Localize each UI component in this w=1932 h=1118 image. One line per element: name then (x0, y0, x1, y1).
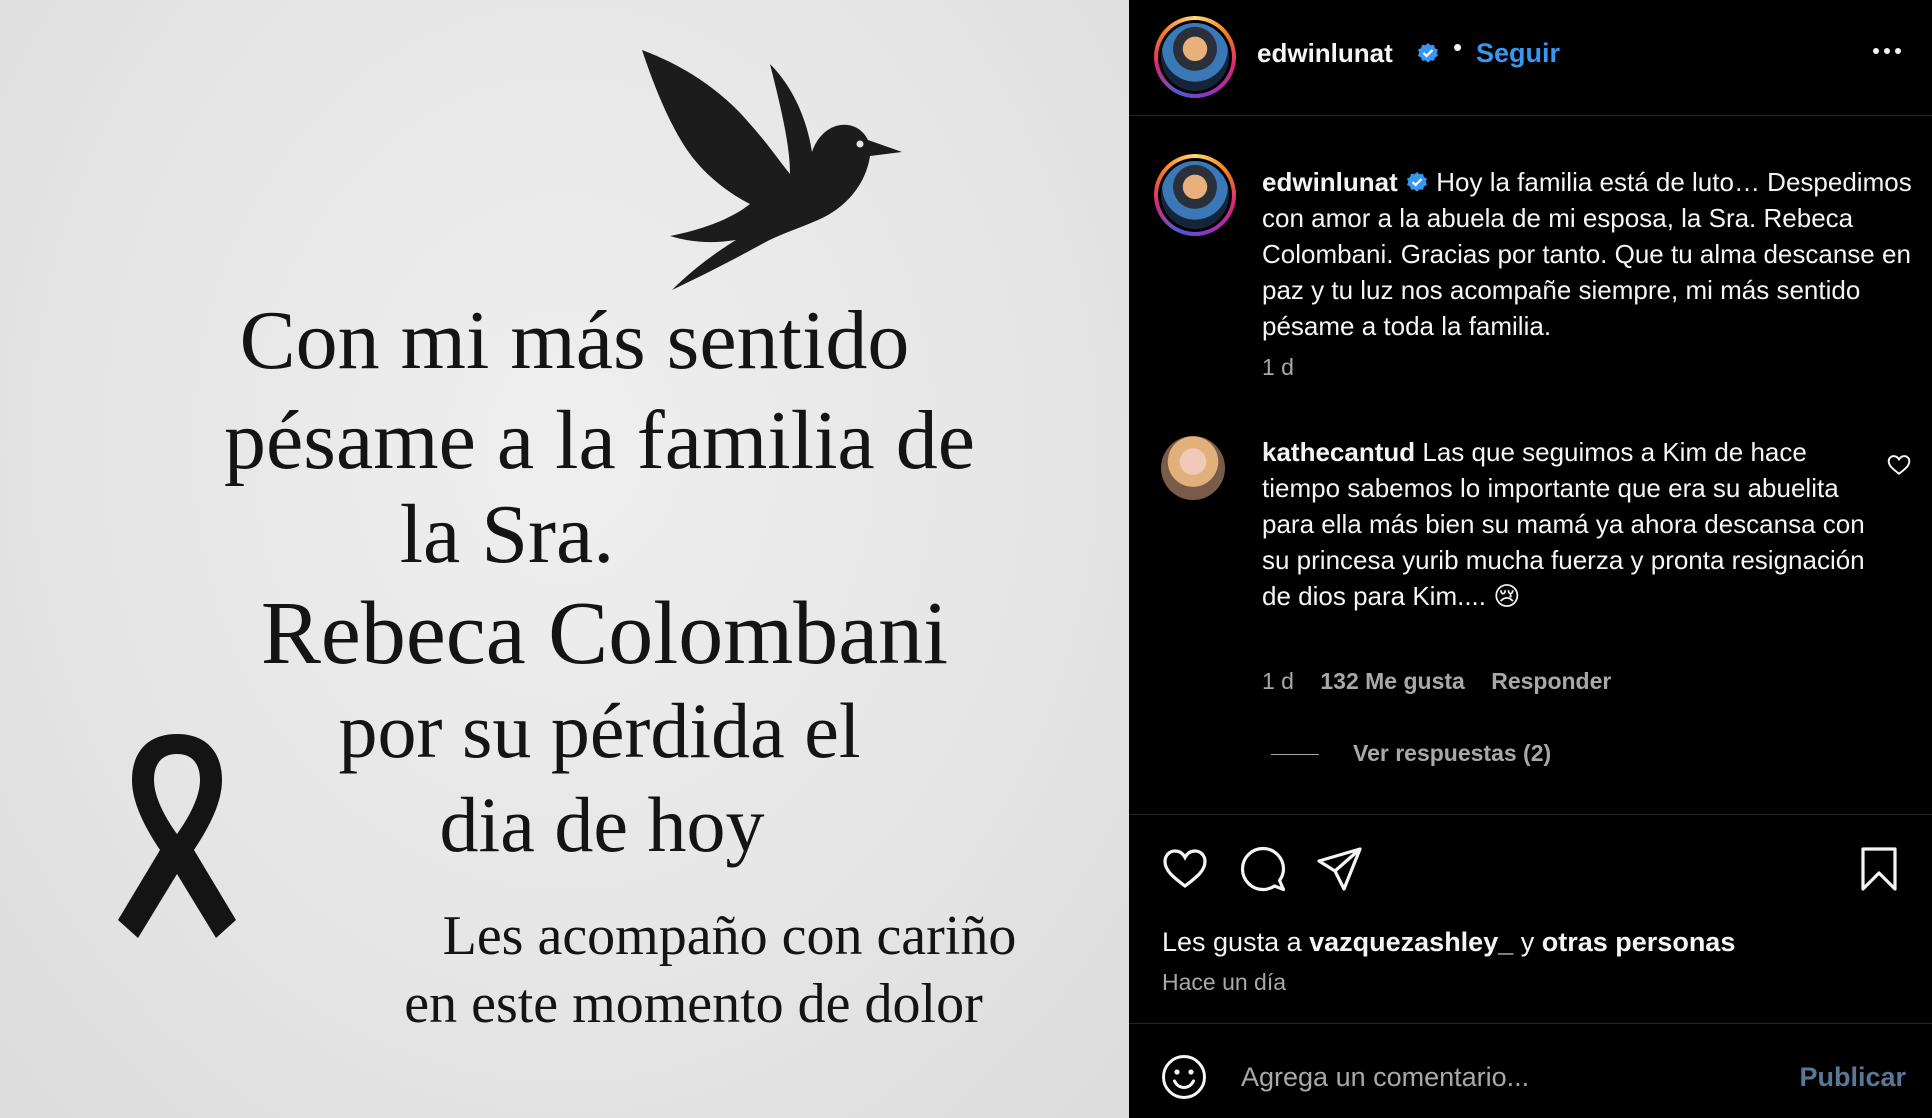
liked-by-line: Les gusta a vazquezashley_ y otras perso… (1162, 927, 1735, 958)
header-separator: • (1453, 32, 1463, 62)
image-text-line-1: Con mi más sentido (239, 294, 910, 387)
liked-by-others[interactable]: otras personas (1542, 927, 1736, 957)
avatar[interactable] (1154, 16, 1236, 98)
image-text-line-2: pésame a la familia de (224, 394, 975, 487)
image-text-line-7: Les acompaño con cariño (442, 905, 1017, 967)
comment-time[interactable]: 1 d (1262, 668, 1294, 694)
publish-button[interactable]: Publicar (1799, 1062, 1906, 1093)
liked-by-join: y (1520, 927, 1535, 957)
follow-button[interactable]: Seguir (1476, 38, 1560, 69)
comment-meta: 1 d 132 Me gusta Responder (1262, 668, 1631, 695)
image-text-line-5: por su pérdida el (338, 687, 861, 774)
image-text-line-6: dia de hoy (439, 781, 765, 868)
post-image[interactable]: Con mi más sentido pésame a la familia d… (0, 0, 1129, 1118)
liked-by-prefix: Les gusta a (1162, 927, 1302, 957)
caption-avatar[interactable] (1154, 154, 1236, 236)
liked-by-user[interactable]: vazquezashley_ (1309, 927, 1513, 957)
post-actions: Les gusta a vazquezashley_ y otras perso… (1129, 814, 1932, 1024)
comment-composer: Agrega un comentario... Publicar (1129, 1024, 1932, 1118)
comment-avatar[interactable] (1161, 436, 1225, 500)
reply-button[interactable]: Responder (1491, 668, 1611, 694)
view-replies-label: Ver respuestas (2) (1353, 740, 1552, 766)
verified-badge-icon (1418, 43, 1438, 63)
image-text-line-4: Rebeca Colombani (260, 584, 949, 683)
view-replies-button[interactable]: Ver respuestas (2) (1271, 740, 1551, 767)
image-text-line-8: en este momento de dolor (404, 973, 983, 1035)
dove-icon (642, 50, 902, 290)
emoji-icon[interactable] (1161, 1054, 1207, 1100)
post-header: edwinlunat • Seguir (1129, 0, 1932, 116)
comment-icon[interactable] (1239, 845, 1287, 893)
more-options-icon[interactable] (1870, 34, 1904, 68)
comment-input[interactable]: Agrega un comentario... (1241, 1062, 1529, 1093)
caption-username[interactable]: edwinlunat (1262, 167, 1398, 197)
replies-divider (1271, 754, 1319, 756)
caption-time[interactable]: 1 d (1262, 354, 1294, 381)
verified-badge-icon (1407, 172, 1428, 192)
image-text-line-3: la Sra. (399, 488, 615, 581)
share-icon[interactable] (1316, 845, 1364, 893)
like-icon[interactable] (1161, 845, 1209, 893)
comment-text-block: kathecantud Las que seguimos a Kim de ha… (1262, 434, 1882, 614)
header-username[interactable]: edwinlunat (1257, 38, 1393, 69)
post-sidebar: edwinlunat • Seguir edwinlunat Hoy la fa… (1129, 0, 1932, 1118)
comment-username[interactable]: kathecantud (1262, 437, 1415, 467)
save-bookmark-icon[interactable] (1855, 845, 1903, 893)
comment-likes[interactable]: 132 Me gusta (1320, 668, 1464, 694)
comment-like-icon[interactable] (1886, 452, 1912, 478)
caption-text-block: edwinlunat Hoy la familia está de luto… … (1262, 164, 1912, 344)
post-time-ago[interactable]: Hace un día (1162, 969, 1286, 996)
